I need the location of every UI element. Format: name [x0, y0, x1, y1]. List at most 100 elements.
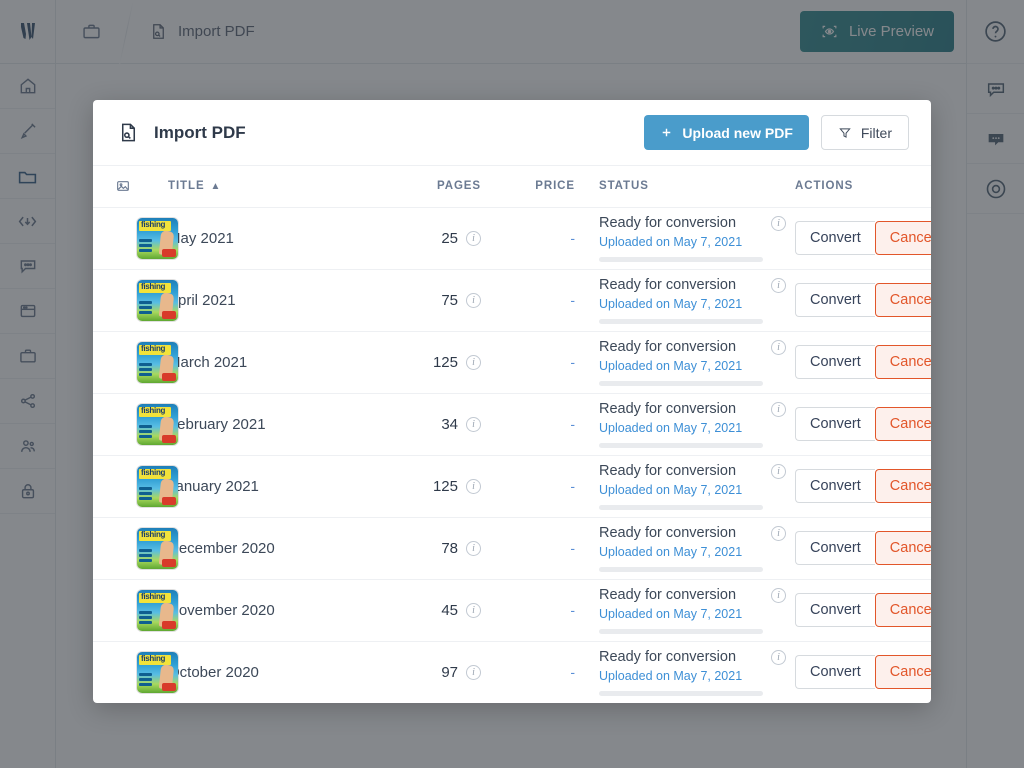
column-status[interactable]: STATUS: [599, 166, 787, 208]
info-icon[interactable]: i: [771, 463, 786, 479]
convert-button[interactable]: Convert: [795, 283, 875, 317]
info-icon[interactable]: i: [771, 649, 786, 665]
magazine-cover-thumbnail[interactable]: [137, 403, 178, 445]
row-status-cell: Ready for conversion Uploaded on May 7, …: [599, 331, 787, 394]
cover-sidebar: [139, 300, 152, 318]
conversion-progress-bar: [599, 691, 763, 697]
row-title: April 2021: [168, 291, 236, 309]
magazine-cover-thumbnail[interactable]: [137, 341, 178, 383]
row-title-cell: January 2021: [168, 455, 403, 518]
column-title[interactable]: TITLE ▲: [168, 166, 403, 208]
cancel-button[interactable]: Cancel: [874, 655, 931, 689]
table-row[interactable]: April 2021 75 i - Ready for conversion U…: [93, 269, 931, 332]
conversion-progress-bar: [599, 505, 763, 511]
row-status: Ready for conversion: [599, 338, 737, 355]
table-row[interactable]: March 2021 125 i - Ready for conversion …: [93, 331, 931, 394]
table-row[interactable]: May 2021 25 i - Ready for conversion Upl…: [93, 207, 931, 270]
filter-button[interactable]: Filter: [820, 115, 909, 150]
info-icon[interactable]: i: [771, 401, 786, 417]
info-icon[interactable]: i: [466, 416, 481, 432]
info-icon[interactable]: i: [466, 602, 481, 618]
sort-ascending-icon: ▲: [210, 181, 222, 193]
info-icon[interactable]: i: [771, 525, 786, 541]
conversion-progress-bar: [599, 567, 763, 573]
magazine-cover-thumbnail[interactable]: [137, 651, 178, 693]
cancel-button[interactable]: Cancel: [874, 469, 931, 503]
table-row[interactable]: October 2020 97 i - Ready for conversion…: [93, 641, 931, 703]
cover-badge: [162, 372, 176, 381]
row-title: November 2020: [168, 601, 275, 619]
convert-button[interactable]: Convert: [795, 655, 875, 689]
row-gap-2: [575, 517, 599, 580]
column-pages[interactable]: PAGES: [403, 166, 481, 208]
cancel-button[interactable]: Cancel: [874, 407, 931, 441]
convert-button[interactable]: Convert: [795, 469, 875, 503]
row-thumbnail-cell: [93, 207, 178, 270]
cancel-button[interactable]: Cancel: [874, 283, 931, 317]
table-row[interactable]: January 2021 125 i - Ready for conversio…: [93, 455, 931, 518]
magazine-cover-thumbnail[interactable]: [137, 217, 178, 259]
row-gap-1: [481, 331, 503, 394]
row-actions-cell: Convert Cancel: [787, 207, 931, 270]
cancel-button[interactable]: Cancel: [874, 593, 931, 627]
row-uploaded-date: Uploaded on May 7, 2021: [599, 235, 743, 250]
row-status-cell: Ready for conversion Uploaded on May 7, …: [599, 269, 787, 332]
row-status-cell: Ready for conversion Uploaded on May 7, …: [599, 455, 787, 518]
table-header-row: TITLE ▲ PAGES PRICE STATUS ACTIONS: [93, 166, 931, 208]
info-icon[interactable]: i: [771, 277, 786, 293]
convert-button[interactable]: Convert: [795, 407, 875, 441]
magazine-cover-thumbnail[interactable]: [137, 527, 178, 569]
magazine-cover-thumbnail[interactable]: [137, 279, 178, 321]
row-title: March 2021: [168, 353, 248, 371]
row-price: -: [570, 540, 575, 556]
info-icon[interactable]: i: [466, 664, 481, 680]
upload-new-pdf-button[interactable]: Upload new PDF: [644, 115, 809, 150]
table-body: May 2021 25 i - Ready for conversion Upl…: [93, 207, 931, 703]
row-price-cell: -: [503, 517, 575, 580]
pdf-table: TITLE ▲ PAGES PRICE STATUS ACTIONS fishi…: [93, 166, 931, 703]
info-icon[interactable]: i: [466, 540, 481, 556]
cancel-button[interactable]: Cancel: [874, 345, 931, 379]
info-icon[interactable]: i: [771, 587, 786, 603]
table-row[interactable]: December 2020 78 i - Ready for conversio…: [93, 517, 931, 580]
cancel-button[interactable]: Cancel: [874, 531, 931, 565]
column-pages-label: PAGES: [436, 180, 481, 193]
table-row[interactable]: February 2021 34 i - Ready for conversio…: [93, 393, 931, 456]
magazine-cover-thumbnail[interactable]: [137, 589, 178, 631]
row-status-cell: Ready for conversion Uploaded on May 7, …: [599, 641, 787, 703]
convert-button[interactable]: Convert: [795, 531, 875, 565]
column-thumbnail: [93, 166, 168, 208]
row-uploaded-date: Uploaded on May 7, 2021: [599, 483, 743, 498]
funnel-icon: [839, 127, 851, 138]
convert-button[interactable]: Convert: [795, 593, 875, 627]
info-icon[interactable]: i: [466, 354, 481, 370]
row-price: -: [570, 478, 575, 494]
row-actions-cell: Convert Cancel: [787, 269, 931, 332]
row-pages: 45: [441, 601, 458, 619]
row-price: -: [570, 664, 575, 680]
row-uploaded-date: Uploaded on May 7, 2021: [599, 669, 743, 684]
row-status: Ready for conversion: [599, 214, 737, 231]
cancel-button[interactable]: Cancel: [874, 221, 931, 255]
row-gap-1: [481, 207, 503, 270]
cover-sidebar: [139, 362, 152, 380]
row-pages-cell: 97 i: [403, 641, 481, 703]
magazine-cover-thumbnail[interactable]: [137, 465, 178, 507]
info-icon[interactable]: i: [771, 339, 786, 355]
info-icon[interactable]: i: [466, 478, 481, 494]
info-icon[interactable]: i: [771, 215, 786, 231]
convert-button[interactable]: Convert: [795, 345, 875, 379]
info-icon[interactable]: i: [466, 292, 481, 308]
row-pages: 75: [441, 291, 458, 309]
import-pdf-modal: Import PDF Upload new PDF Filter TITLE ▲…: [93, 100, 931, 703]
column-actions: ACTIONS: [787, 166, 931, 208]
row-thumbnail-cell: [93, 455, 178, 518]
table-row[interactable]: November 2020 45 i - Ready for conversio…: [93, 579, 931, 642]
conversion-progress-bar: [599, 443, 763, 449]
row-title: October 2020: [168, 663, 259, 681]
convert-button[interactable]: Convert: [795, 221, 875, 255]
column-price[interactable]: PRICE: [503, 166, 575, 208]
row-price: -: [570, 416, 575, 432]
info-icon[interactable]: i: [466, 230, 481, 246]
row-thumbnail-cell: [93, 579, 178, 642]
